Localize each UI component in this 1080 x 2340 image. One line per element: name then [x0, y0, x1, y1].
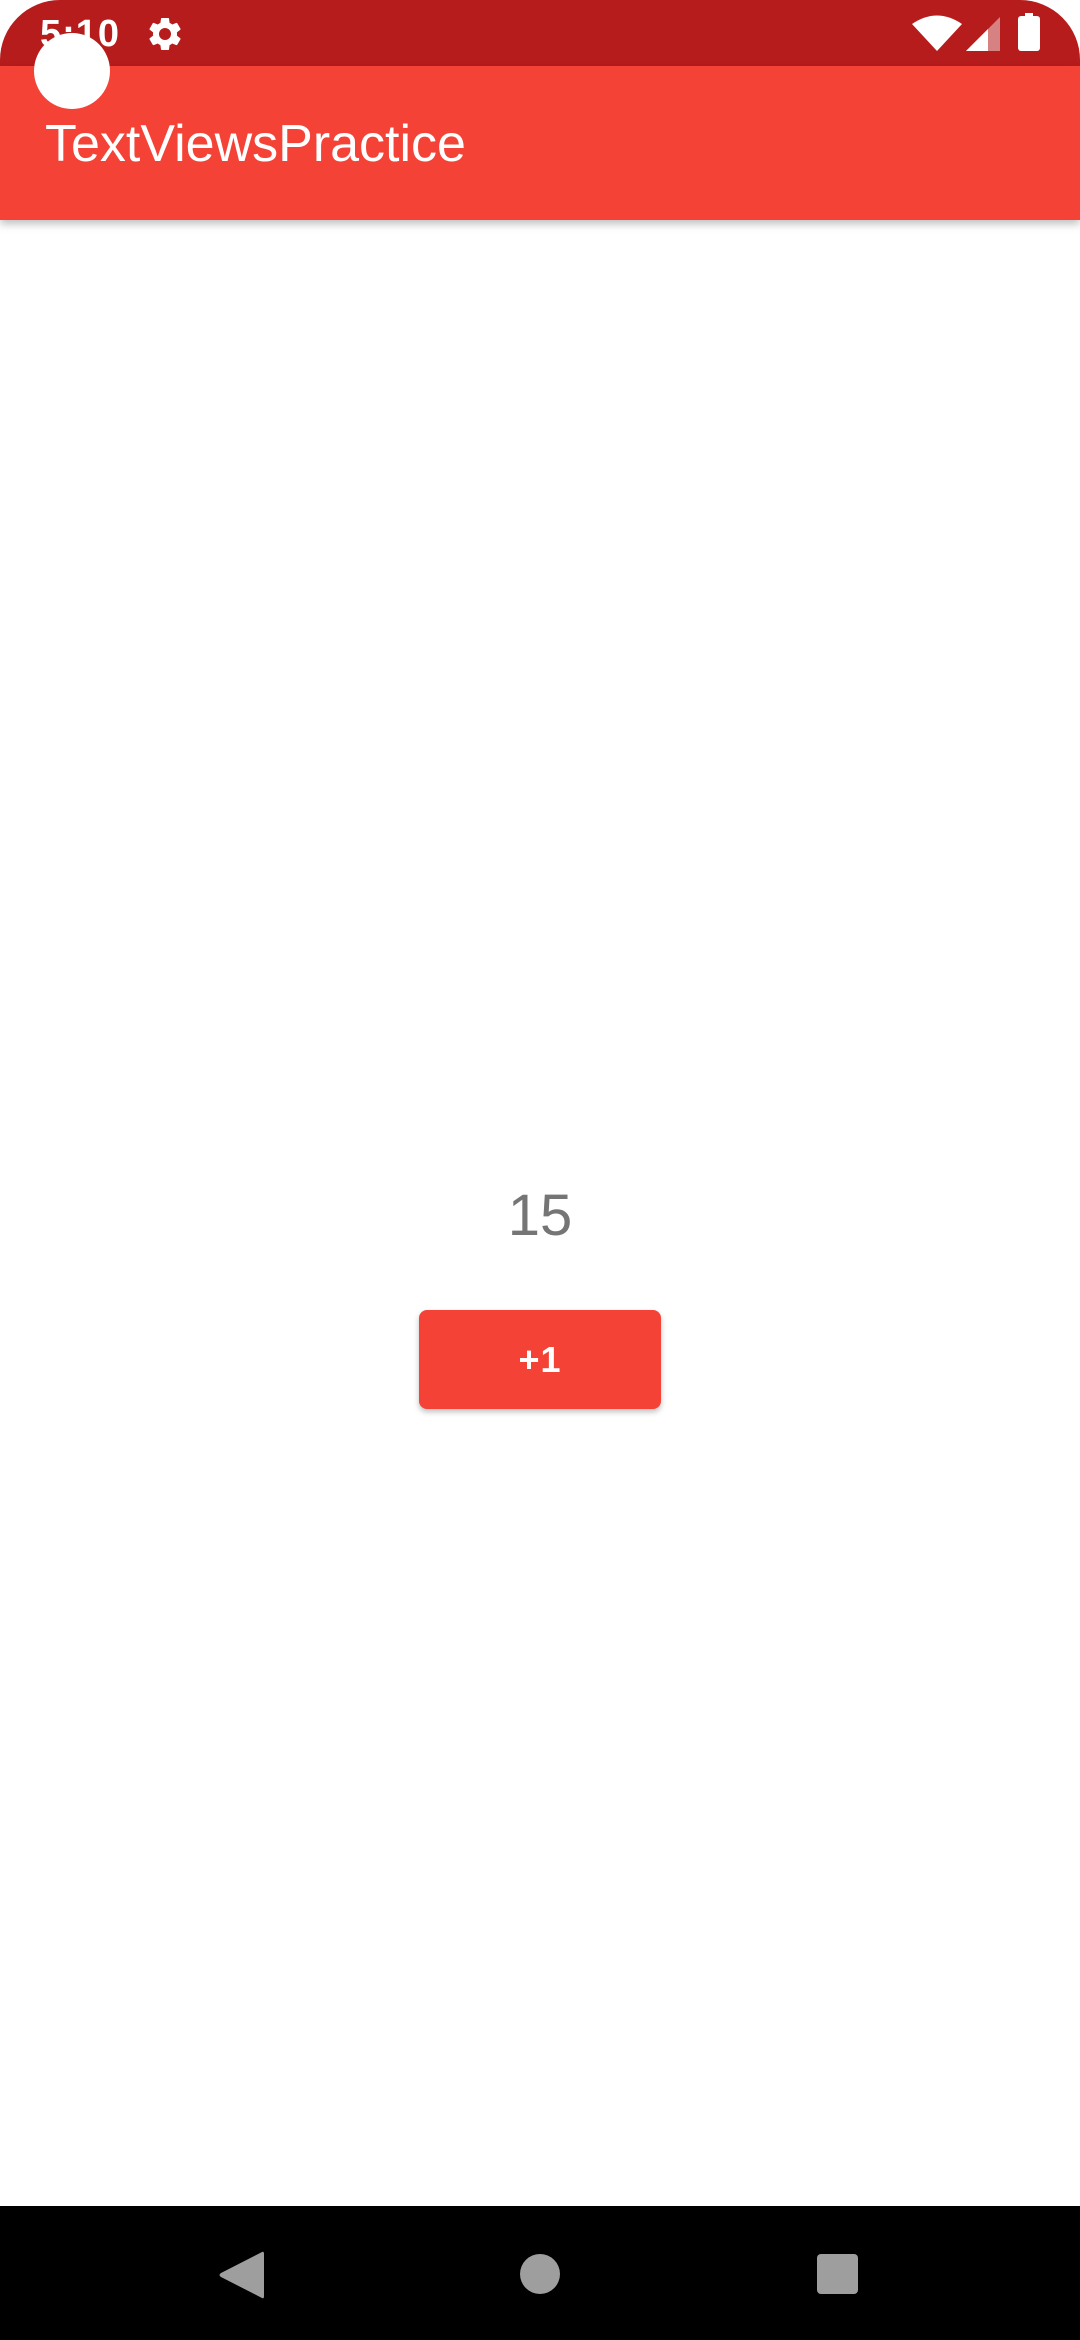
home-icon[interactable] — [520, 2254, 560, 2294]
wifi-icon — [912, 15, 962, 51]
screen-corner-bottom-left — [0, 2280, 60, 2340]
settings-gear-icon — [149, 17, 181, 50]
back-icon[interactable] — [218, 2250, 264, 2300]
app-screen: 5:10 TextViewsPractice 15 +1 — [0, 0, 1080, 2340]
screen-corner-bottom-right — [1020, 2280, 1080, 2340]
status-bar: 5:10 — [0, 0, 1080, 66]
app-bar: TextViewsPractice — [0, 66, 1080, 220]
cell-signal-icon — [966, 17, 1000, 51]
recents-icon[interactable] — [817, 2254, 858, 2294]
counter-text: 15 — [507, 1183, 573, 1248]
app-title: TextViewsPractice — [45, 115, 466, 173]
increment-button[interactable]: +1 — [419, 1310, 661, 1409]
front-camera-cutout — [34, 33, 110, 109]
battery-icon — [1018, 13, 1040, 51]
navigation-bar — [0, 2206, 1080, 2340]
